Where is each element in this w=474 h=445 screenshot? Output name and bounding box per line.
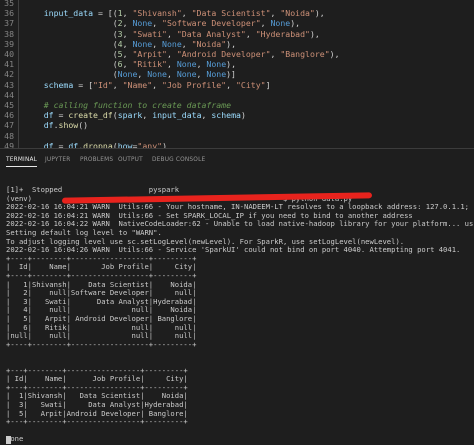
code-editor[interactable]: 35 36 input_data = [(1, "Shivansh", "Data… [0, 0, 474, 148]
tab-jupyter[interactable]: JUPYTER [45, 154, 71, 166]
tab-terminal[interactable]: TERMINAL [6, 154, 38, 167]
tab-debug-console[interactable]: DEBUG CONSOLE [152, 154, 205, 166]
indent-guide [18, 140, 19, 148]
code-text: df = df.dropna(how="any") [43, 140, 168, 148]
terminal-line: +----+--------+------------------+------… [6, 339, 197, 349]
terminal-cursor [6, 436, 11, 444]
terminal-line: +---+--------+-----------------+--------… [6, 417, 188, 427]
code-line: 49 df = df.dropna(how="any") [0, 140, 474, 148]
tab-problems[interactable]: PROBLEMS [80, 154, 113, 166]
line-number: 49 [4, 140, 14, 148]
tab-output[interactable]: OUTPUT [118, 154, 143, 166]
panel-tab-bar: TERMINAL JUPYTER PROBLEMS OUTPUT DEBUG C… [0, 149, 474, 169]
terminal-output[interactable]: [1]+ Stopped pyspark(venv) $ python data… [0, 185, 474, 445]
